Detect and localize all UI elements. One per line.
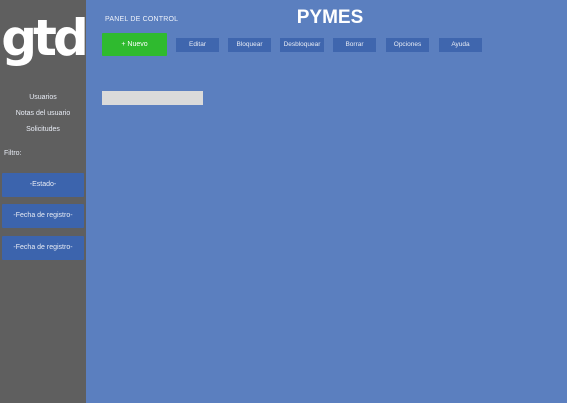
unblock-button[interactable]: Desbloquear <box>280 38 324 52</box>
block-button[interactable]: Bloquear <box>228 38 271 52</box>
sidebar-item-solicitudes[interactable]: Solicitudes <box>0 122 86 138</box>
filter-estado-button[interactable]: -Estado- <box>2 173 84 197</box>
sidebar-item-usuarios[interactable]: Usuarios <box>0 90 86 106</box>
new-button[interactable]: + Nuevo <box>102 33 167 56</box>
app-window: gtd Usuarios Notas del usuario Solicitud… <box>0 0 567 403</box>
options-button[interactable]: Opciones <box>386 38 429 52</box>
sidebar: gtd Usuarios Notas del usuario Solicitud… <box>0 0 89 403</box>
page-title: PYMES <box>296 7 364 28</box>
sidebar-item-notas-del-usuario[interactable]: Notas del usuario <box>0 106 86 122</box>
search-input[interactable] <box>102 91 203 105</box>
filter-fecha-registro-button[interactable]: -Fecha de registro- <box>2 204 84 228</box>
filter-label: Filtro: <box>4 150 22 157</box>
gtd-logo: gtd <box>1 9 88 67</box>
delete-button[interactable]: Borrar <box>333 38 376 52</box>
sidebar-nav: Usuarios Notas del usuario Solicitudes <box>0 90 86 138</box>
help-button[interactable]: Ayuda <box>439 38 482 52</box>
panel-title: PANEL DE CONTROL <box>105 16 179 23</box>
filter-fecha-registro-button-2[interactable]: -Fecha de registro- <box>2 236 84 260</box>
edit-button[interactable]: Editar <box>176 38 219 52</box>
